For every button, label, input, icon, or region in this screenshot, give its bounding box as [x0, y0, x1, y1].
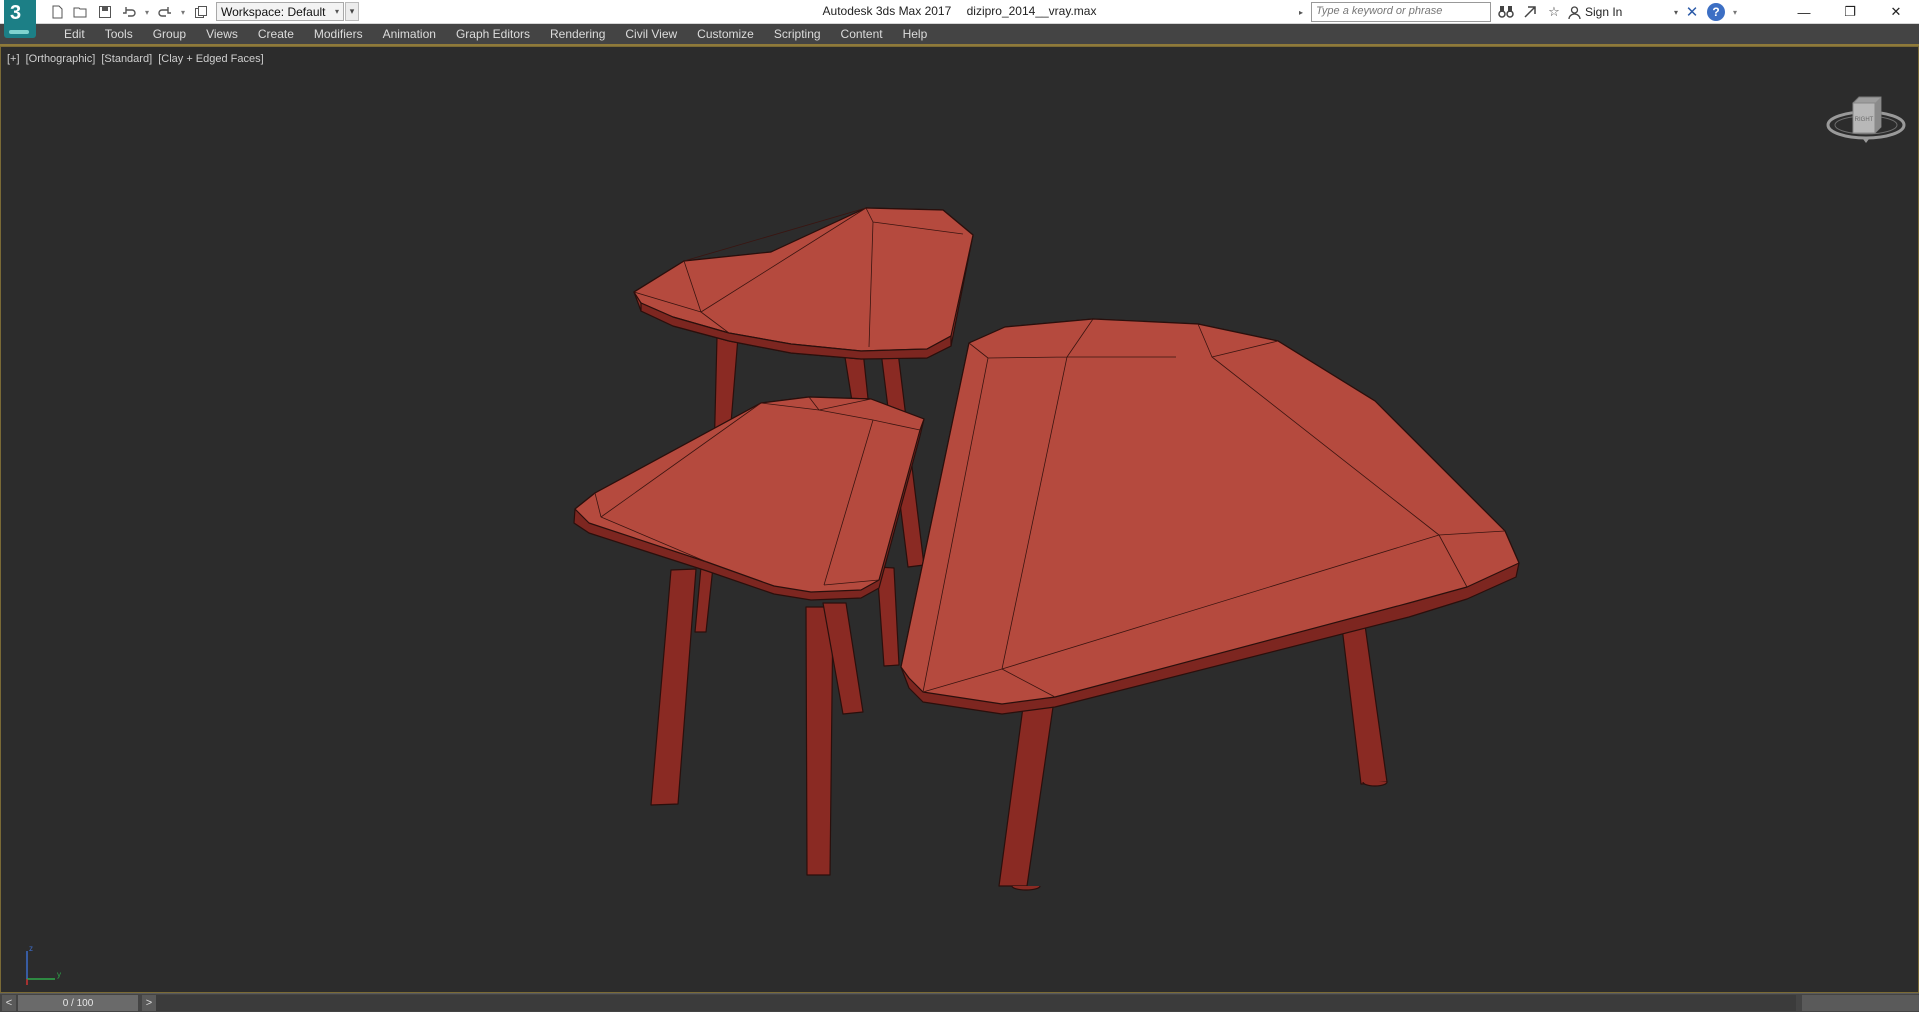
user-icon: [1568, 5, 1581, 19]
workspace-more-icon[interactable]: ▾: [345, 2, 359, 21]
undo-icon[interactable]: [118, 2, 140, 22]
search-expand-icon[interactable]: ▸: [1299, 3, 1309, 21]
title-bar: 3 ▾ ▾ Workspace: Default ▾ ▾ Autodesk 3d…: [0, 0, 1919, 38]
app-window: 3 ▾ ▾ Workspace: Default ▾ ▾ Autodesk 3d…: [0, 0, 1919, 1012]
menu-bar: Edit Tools Group Views Create Modifiers Animat…: [0, 24, 1919, 46]
menu-item-content[interactable]: Content: [831, 23, 893, 45]
file-name: dizipro_2014__vray.max: [966, 4, 1097, 18]
front-left-table-top[interactable]: [573, 396, 925, 601]
restore-icon[interactable]: ❐: [1827, 0, 1873, 24]
chevron-down-icon: ▾: [334, 7, 339, 16]
app-logo-bar: [9, 30, 29, 34]
workspace-label: Workspace: Default: [221, 4, 326, 19]
previous-frame-button[interactable]: <: [2, 995, 16, 1011]
save-file-icon[interactable]: [94, 2, 116, 22]
menu-item-tools[interactable]: Tools: [95, 23, 143, 45]
app-logo-text: 3: [10, 2, 22, 24]
next-frame-button[interactable]: >: [142, 995, 156, 1011]
scene-canvas: [573, 207, 1520, 891]
menu-item-help[interactable]: Help: [893, 23, 938, 45]
infocenter-toolbar: ☆ Sign In ▾ ✕ ? ▾: [1496, 2, 1740, 22]
timeline-track[interactable]: [156, 995, 1796, 1011]
svg-text:z: z: [29, 944, 33, 953]
svg-text:y: y: [57, 970, 61, 979]
sign-in-button[interactable]: Sign In ▾: [1568, 5, 1678, 19]
exchange-apps-icon[interactable]: ✕: [1682, 2, 1702, 22]
menu-item-views[interactable]: Views: [196, 23, 248, 45]
communication-center-icon[interactable]: [1520, 2, 1540, 22]
viewcube-widget[interactable]: RIGHT: [1821, 83, 1911, 143]
help-icon: ?: [1707, 3, 1725, 21]
minimize-icon[interactable]: —: [1781, 0, 1827, 24]
workspace-dropdown[interactable]: Workspace: Default ▾: [216, 2, 344, 21]
timeline-scrollbar[interactable]: [1802, 995, 1919, 1011]
viewcube-face-label: RIGHT: [1855, 117, 1874, 123]
favorites-star-icon[interactable]: ☆: [1544, 2, 1564, 22]
menu-item-modifiers[interactable]: Modifiers: [304, 23, 373, 45]
menu-item-graph-editors[interactable]: Graph Editors: [446, 23, 540, 45]
help-button[interactable]: ?: [1706, 2, 1726, 22]
menu-item-civil-view[interactable]: Civil View: [615, 23, 687, 45]
help-dropdown-icon[interactable]: ▾: [1730, 2, 1740, 22]
close-icon[interactable]: ✕: [1873, 0, 1919, 24]
back-table-top[interactable]: [633, 207, 974, 360]
perspective-viewport[interactable]: [+] [Orthographic] [Standard] [Clay + Ed…: [0, 46, 1919, 993]
undo-dropdown-icon[interactable]: ▾: [142, 2, 152, 22]
sign-in-label: Sign In: [1585, 5, 1623, 19]
app-name: Autodesk 3ds Max 2017: [822, 4, 952, 18]
redo-dropdown-icon[interactable]: ▾: [178, 2, 188, 22]
project-folder-icon[interactable]: [190, 2, 212, 22]
menu-item-rendering[interactable]: Rendering: [540, 23, 615, 45]
chevron-down-icon: ▾: [1673, 7, 1678, 17]
time-slider-bar: < 0 / 100 >: [0, 993, 1919, 1012]
open-file-icon[interactable]: [70, 2, 92, 22]
new-file-icon[interactable]: [46, 2, 68, 22]
quick-access-toolbar: ▾ ▾: [46, 2, 212, 22]
app-logo-button[interactable]: 3: [4, 0, 36, 38]
front-left-table-legs[interactable]: [650, 566, 900, 876]
binoculars-icon[interactable]: [1496, 2, 1516, 22]
menu-item-scripting[interactable]: Scripting: [764, 23, 831, 45]
big-table-top[interactable]: [900, 318, 1520, 715]
axis-tripod-icon: z y: [26, 944, 61, 985]
menu-item-animation[interactable]: Animation: [373, 23, 446, 45]
window-controls: — ❐ ✕: [1781, 0, 1919, 24]
menu-item-edit[interactable]: Edit: [54, 23, 95, 45]
search-input[interactable]: Type a keyword or phrase: [1311, 2, 1491, 22]
time-slider[interactable]: 0 / 100: [18, 995, 138, 1011]
menu-item-group[interactable]: Group: [143, 23, 196, 45]
menu-item-customize[interactable]: Customize: [687, 23, 764, 45]
redo-icon[interactable]: [154, 2, 176, 22]
menu-item-create[interactable]: Create: [248, 23, 304, 45]
